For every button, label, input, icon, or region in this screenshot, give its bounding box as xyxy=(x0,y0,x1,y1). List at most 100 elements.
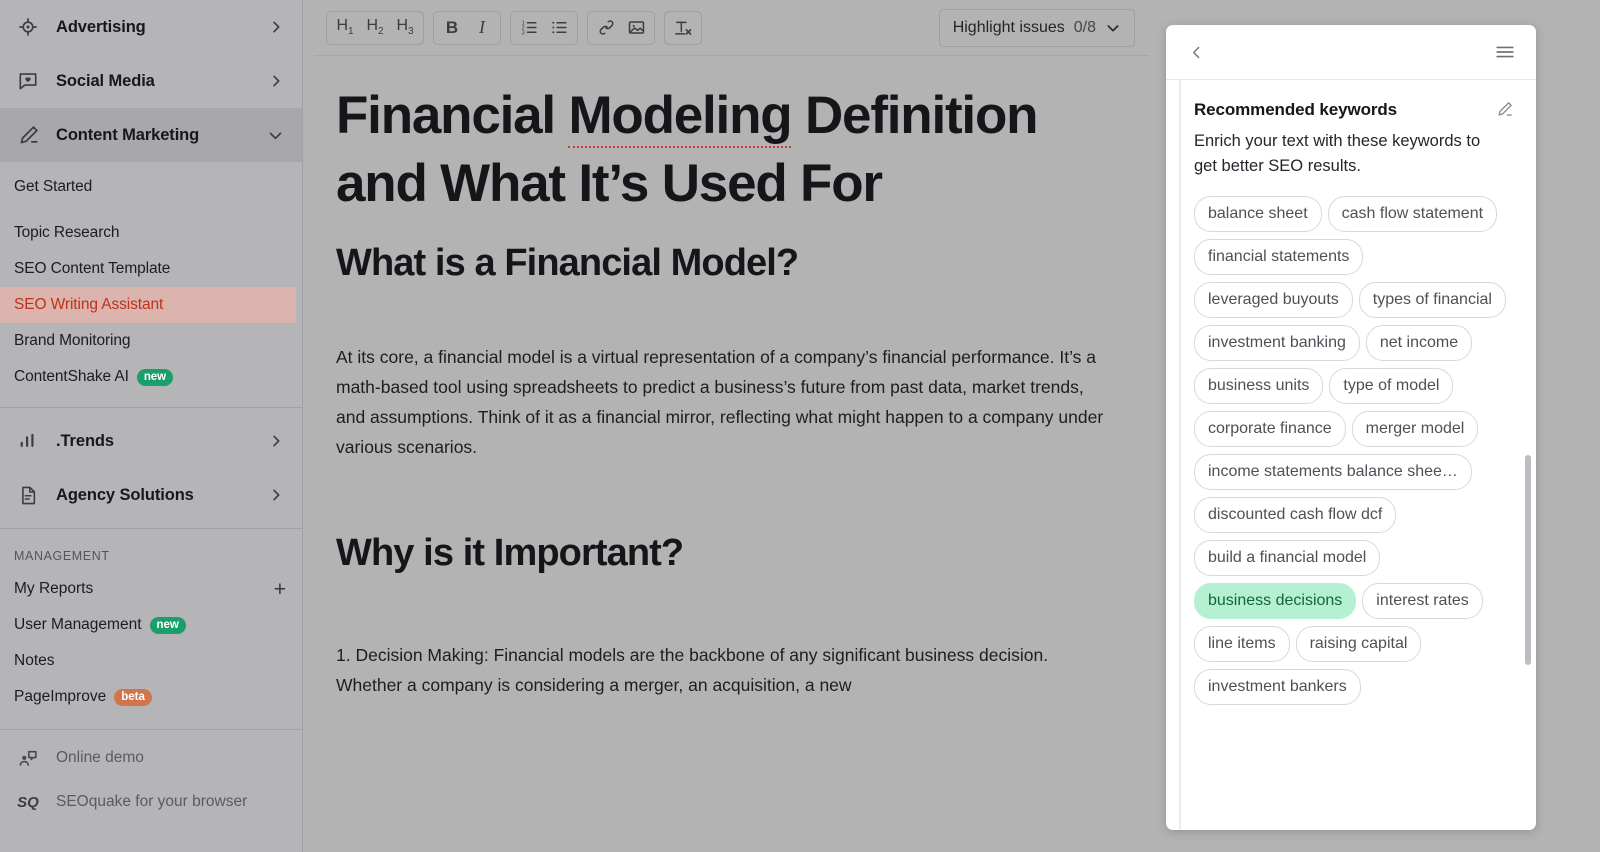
sidebar-item-agency-solutions[interactable]: Agency Solutions xyxy=(0,468,302,522)
submenu-label: SEO Writing Assistant xyxy=(14,296,164,313)
misspelled-word: Modeling xyxy=(568,86,793,148)
back-chevron-icon[interactable] xyxy=(1188,44,1205,61)
chevron-right-icon xyxy=(268,487,284,503)
editor-toolbar: H1 H2 H3 B I 1 2 3 Highlight issues 0/8 xyxy=(314,0,1149,56)
sidebar-item-pageimprove[interactable]: PageImprove beta xyxy=(0,679,302,715)
submenu-label: Brand Monitoring xyxy=(14,332,131,349)
sidebar-item-advertising[interactable]: Advertising xyxy=(0,0,302,54)
target-icon xyxy=(14,13,42,41)
bold-button[interactable]: B xyxy=(437,13,467,43)
keyword-chip-list: balance sheet cash flow statement financia… xyxy=(1194,196,1514,705)
content-marketing-submenu: Get Started Topic Research SEO Content T… xyxy=(0,162,302,401)
h2-sub: 2 xyxy=(378,26,384,38)
beta-badge: beta xyxy=(114,688,152,706)
sidebar-item-my-reports[interactable]: My Reports + xyxy=(0,571,302,607)
sidebar-item-content-marketing[interactable]: Content Marketing xyxy=(0,108,302,162)
hamburger-menu-icon[interactable] xyxy=(1494,41,1516,63)
keyword-chip[interactable]: types of financial xyxy=(1358,282,1506,318)
keyword-chip[interactable]: investment banking xyxy=(1194,325,1360,361)
keyword-chip[interactable]: line items xyxy=(1194,626,1290,662)
submenu-label: SEO Content Template xyxy=(14,260,171,277)
sidebar-item-notes[interactable]: Notes xyxy=(0,643,302,679)
sidebar-item-contentshake-ai[interactable]: ContentShake AI new xyxy=(0,359,302,395)
submenu-label: Get Started xyxy=(14,178,93,195)
highlight-issues-count: 0/8 xyxy=(1073,18,1096,36)
sidebar-item-label: Agency Solutions xyxy=(56,485,194,504)
management-label: My Reports xyxy=(14,580,94,597)
keyword-chip[interactable]: net income xyxy=(1365,325,1473,361)
sidebar-item-seo-content-template[interactable]: SEO Content Template xyxy=(0,251,302,287)
keyword-chip[interactable]: raising capital xyxy=(1295,626,1422,662)
sidebar-item-label: Social Media xyxy=(56,71,155,90)
keyword-chip[interactable]: corporate finance xyxy=(1194,411,1346,447)
keyword-chip[interactable]: financial statements xyxy=(1194,239,1364,275)
sidebar-item-social-media[interactable]: Social Media xyxy=(0,54,302,108)
sidebar-item-label: .Trends xyxy=(56,431,114,450)
keyword-chip[interactable]: discounted cash flow dcf xyxy=(1194,497,1397,533)
panel-left-rail xyxy=(1179,80,1181,830)
ordered-list-icon[interactable]: 1 2 3 xyxy=(514,13,544,43)
keyword-chip[interactable]: leveraged buyouts xyxy=(1194,282,1353,318)
chat-heart-icon xyxy=(14,67,42,95)
sidebar-item-get-started[interactable]: Get Started xyxy=(0,169,302,205)
clear-formatting-icon[interactable] xyxy=(668,13,698,43)
keyword-chip[interactable]: balance sheet xyxy=(1194,196,1322,232)
keyword-chip[interactable]: type of model xyxy=(1329,368,1454,404)
highlight-issues-dropdown[interactable]: Highlight issues 0/8 xyxy=(938,8,1135,47)
document-heading-2: Why is it Important? xyxy=(336,532,684,574)
link-icon[interactable] xyxy=(591,13,621,43)
heading-button-group: H1 H2 H3 xyxy=(326,10,424,45)
title-part-1: Financial xyxy=(336,86,569,145)
bar-chart-icon xyxy=(14,427,42,455)
h3-label: H xyxy=(396,17,408,35)
chevron-right-icon xyxy=(268,73,284,89)
document-paragraph-1: At its core, a financial model is a virt… xyxy=(336,347,1104,457)
unordered-list-icon[interactable] xyxy=(544,13,574,43)
heading-3-button[interactable]: H3 xyxy=(390,13,420,43)
sidebar-item-topic-research[interactable]: Topic Research xyxy=(0,215,302,251)
highlight-issues-label: Highlight issues xyxy=(952,18,1065,36)
keyword-chip[interactable]: interest rates xyxy=(1362,583,1483,619)
sidebar-item-brand-monitoring[interactable]: Brand Monitoring xyxy=(0,323,302,359)
edit-pencil-icon[interactable] xyxy=(1495,100,1514,119)
keyword-chip[interactable]: business decisions xyxy=(1194,583,1357,619)
document-heading-1: What is a Financial Model? xyxy=(336,242,799,284)
heading-1-button[interactable]: H1 xyxy=(330,13,360,43)
divider xyxy=(0,407,302,408)
sidebar-item-seo-writing-assistant[interactable]: SEO Writing Assistant xyxy=(0,287,296,323)
list-group: 1 2 3 xyxy=(510,10,578,45)
italic-button[interactable]: I xyxy=(467,13,497,43)
chevron-right-icon xyxy=(268,433,284,449)
management-label: PageImprove xyxy=(14,688,107,705)
keyword-chip[interactable]: business units xyxy=(1194,368,1324,404)
keyword-chip[interactable]: investment bankers xyxy=(1194,669,1361,705)
document-title: Financial Modeling Definition and What I… xyxy=(336,82,1113,218)
recommended-keywords-panel: Recommended keywords Enrich your text wi… xyxy=(1166,25,1536,830)
keyword-chip[interactable]: income statements balance shee… xyxy=(1194,454,1472,490)
sidebar-item-online-demo[interactable]: Online demo xyxy=(0,736,302,780)
left-sidebar: Advertising Social Media Content Marketi… xyxy=(0,0,303,852)
h1-sub: 1 xyxy=(348,26,354,38)
heading-2-button[interactable]: H2 xyxy=(360,13,390,43)
add-report-icon[interactable]: + xyxy=(274,579,286,600)
keyword-chip[interactable]: merger model xyxy=(1351,411,1479,447)
new-badge: new xyxy=(136,368,173,386)
keyword-chip[interactable]: cash flow statement xyxy=(1327,196,1498,232)
panel-body: Recommended keywords Enrich your text wi… xyxy=(1166,80,1536,830)
footer-label: Online demo xyxy=(56,749,144,766)
sidebar-item-user-management[interactable]: User Management new xyxy=(0,607,302,643)
document-editor[interactable]: Financial Modeling Definition and What I… xyxy=(314,56,1149,852)
svg-text:3: 3 xyxy=(521,30,524,36)
h2-label: H xyxy=(366,17,378,35)
text-style-group: B I xyxy=(433,10,501,45)
management-label: User Management xyxy=(14,616,142,633)
panel-scrollbar[interactable] xyxy=(1525,455,1531,665)
sidebar-item-seoquake[interactable]: SQ SEOquake for your browser xyxy=(0,780,302,824)
image-icon[interactable] xyxy=(621,13,651,43)
primary-nav: Advertising Social Media Content Marketi… xyxy=(0,0,302,824)
sidebar-item-trends[interactable]: .Trends xyxy=(0,414,302,468)
submenu-label: Topic Research xyxy=(14,224,120,241)
editor-area: H1 H2 H3 B I 1 2 3 Highlight issues 0/8 … xyxy=(314,0,1149,852)
keyword-chip[interactable]: build a financial model xyxy=(1194,540,1381,576)
chevron-down-icon xyxy=(267,127,284,144)
